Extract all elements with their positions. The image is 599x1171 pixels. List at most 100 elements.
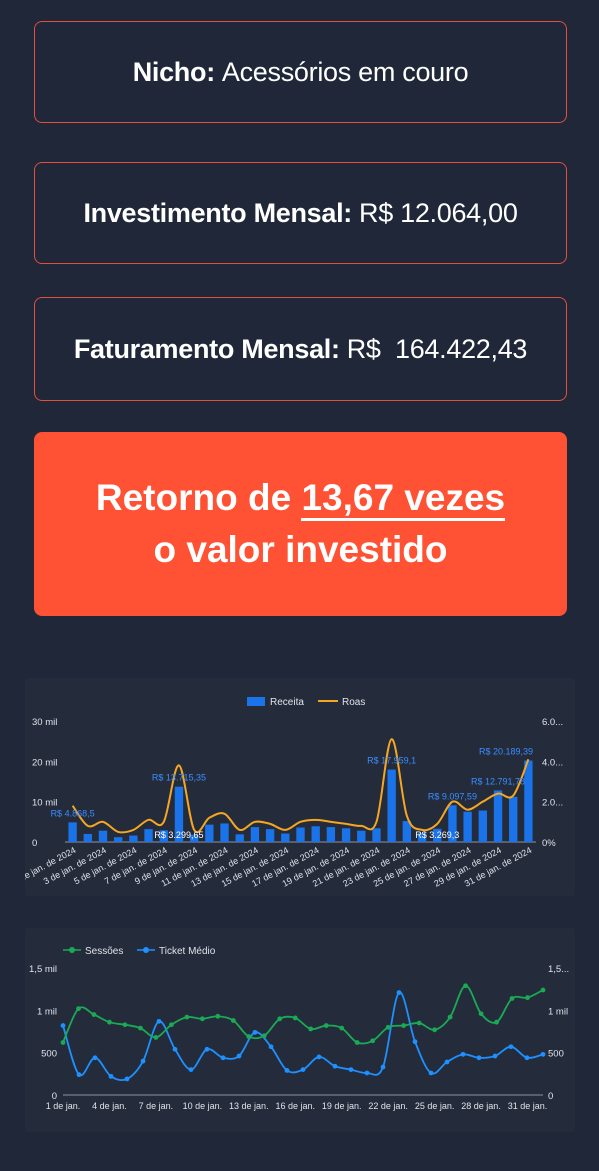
y-tick-left: 20 mil — [32, 757, 57, 768]
sessions-ticket-chart: Sessões Ticket Médio 1,5 mil 1,5... 1 mil 1 m… — [25, 928, 575, 1132]
x-tick-label: 25 de jan. — [415, 1101, 455, 1111]
y-tick-left: 1 mil — [37, 1006, 57, 1017]
point-sessoes — [122, 1022, 128, 1028]
data-label: R$ 17.959,1 — [367, 756, 416, 766]
return-line-1: Retorno de 13,67 vezes — [95, 472, 506, 524]
data-label: R$ 13.715,35 — [152, 773, 206, 783]
revenue-value: R$ 164.422,43 — [346, 333, 528, 364]
bar-receita — [493, 790, 503, 842]
y-tick-left: 30 mil — [32, 717, 57, 728]
bar-receita — [372, 828, 381, 842]
bar-receita — [235, 834, 244, 842]
point-sessoes — [354, 1040, 360, 1045]
data-label: R$ 4.868,5 — [51, 808, 95, 818]
point-sessoes — [323, 1023, 329, 1028]
bar-receita — [326, 827, 336, 842]
bar-receita — [357, 830, 366, 842]
point-ticket — [284, 1068, 290, 1073]
data-label: R$ 12.791,78 — [471, 776, 525, 786]
sessions-ticket-svg: Sessões Ticket Médio 1,5 mil 1,5... 1 mil 1 m… — [29, 946, 569, 1111]
point-sessoes — [91, 1012, 97, 1017]
point-ticket — [268, 1044, 274, 1050]
x-tick-label: 31 de jan. — [508, 1101, 548, 1111]
point-sessoes — [308, 1026, 314, 1032]
bar-receita — [341, 828, 351, 842]
niche-card: Nicho: Acessórios em couro — [34, 21, 567, 123]
point-sessoes — [478, 1011, 484, 1017]
point-sessoes — [261, 1033, 267, 1039]
x-tick-label: 1 de jan. — [46, 1101, 81, 1111]
point-sessoes — [246, 1034, 252, 1039]
point-sessoes — [199, 1016, 205, 1022]
point-ticket — [412, 1039, 418, 1045]
point-ticket — [92, 1055, 98, 1061]
point-sessoes — [494, 1019, 499, 1025]
bar-receita — [98, 830, 108, 842]
bar-receita — [144, 829, 153, 842]
line-ticket — [62, 991, 544, 1082]
x-tick-label: 13 de jan. — [229, 1101, 269, 1111]
bar-receita — [463, 811, 472, 842]
line-sessoes — [62, 984, 544, 1045]
return-prefix: Retorno de — [95, 477, 302, 518]
revenue-label: Faturamento Mensal: — [73, 333, 340, 364]
point-ticket — [236, 1053, 242, 1059]
point-ticket — [76, 1072, 82, 1078]
x-tick-label: 19 de jan. — [322, 1101, 362, 1111]
bar-receita — [220, 823, 229, 842]
y-tick-right: 1,5... — [548, 964, 569, 975]
point-sessoes — [60, 1040, 66, 1045]
point-sessoes — [509, 996, 515, 1001]
point-sessoes — [447, 1014, 453, 1020]
point-ticket — [380, 1064, 386, 1070]
data-label: R$ 3.269,3 — [415, 830, 459, 840]
point-sessoes — [339, 1025, 345, 1031]
point-ticket — [124, 1076, 130, 1082]
return-highlight: 13,67 vezes — [301, 478, 506, 521]
point-ticket — [60, 1023, 66, 1028]
bar-receita — [281, 833, 290, 842]
y-tick-left: 500 — [41, 1049, 57, 1060]
legend-label-ticket: Ticket Médio — [159, 946, 216, 957]
point-sessoes — [76, 1006, 81, 1012]
x-tick-label: 4 de jan. — [92, 1101, 127, 1111]
legend-label-roas: Roas — [342, 697, 365, 708]
return-line-2: o valor investido — [153, 529, 448, 570]
point-ticket — [348, 1067, 354, 1072]
point-sessoes — [463, 983, 468, 989]
point-ticket — [220, 1055, 226, 1061]
point-ticket — [476, 1055, 482, 1061]
bar-receita — [129, 835, 138, 842]
point-sessoes — [215, 1013, 221, 1019]
point-sessoes — [432, 1027, 438, 1033]
point-sessoes — [107, 1019, 112, 1025]
point-ticket — [460, 1051, 466, 1057]
investment-label: Investimento Mensal: — [83, 197, 352, 228]
data-label: R$ 9.097,59 — [428, 791, 477, 801]
y-tick-right: 4.0... — [542, 757, 563, 768]
bar-receita — [478, 810, 488, 842]
x-tick-label: 7 de jan. — [139, 1101, 174, 1111]
point-sessoes — [370, 1038, 376, 1044]
point-ticket — [332, 1063, 338, 1069]
bar-receita — [250, 827, 260, 842]
niche-value: Acessórios em couro — [221, 56, 469, 87]
point-sessoes — [230, 1018, 236, 1023]
niche-label: Nicho: — [132, 56, 216, 87]
point-sessoes — [153, 1035, 159, 1040]
legend-dot-ticket — [143, 947, 149, 953]
point-sessoes — [168, 1022, 174, 1028]
bar-receita — [296, 827, 305, 842]
y-tick-right: 0 — [548, 1091, 553, 1102]
point-ticket — [108, 1073, 114, 1079]
point-ticket — [428, 1070, 434, 1076]
bar-receita — [83, 833, 92, 842]
point-ticket — [396, 990, 402, 995]
point-sessoes — [416, 1020, 422, 1026]
revenue-card: Faturamento Mensal: R$ 164.422,43 — [34, 297, 567, 401]
investment-value: R$ 12.064,00 — [359, 197, 518, 228]
bar-receita — [113, 837, 123, 842]
y-tick-left: 10 mil — [32, 798, 57, 809]
point-ticket — [364, 1070, 370, 1076]
revenue-roas-svg: Receita Roas 30 mil 6.0... 20 mil 4.0... 10 mi… — [11, 697, 563, 889]
